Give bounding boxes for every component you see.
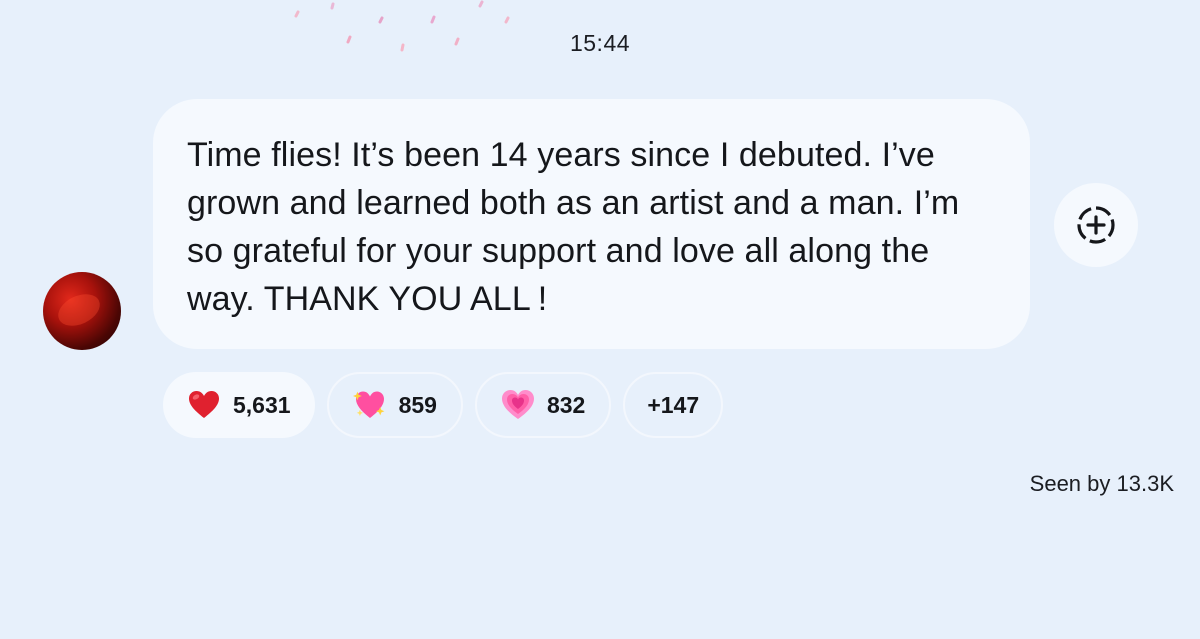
- message-bubble[interactable]: Time flies! It’s been 14 years since I d…: [153, 99, 1030, 349]
- add-reaction-button[interactable]: [1054, 183, 1138, 267]
- sender-avatar[interactable]: [43, 272, 121, 350]
- reaction-count: 832: [546, 391, 586, 418]
- more-reactions-button[interactable]: +147: [623, 372, 724, 438]
- seen-by-count[interactable]: Seen by 13.3K: [1030, 471, 1174, 497]
- reaction-red-heart[interactable]: 5,631: [163, 372, 315, 438]
- add-reaction-icon: [1077, 206, 1115, 244]
- message-text: Time flies! It’s been 14 years since I d…: [187, 136, 960, 318]
- reaction-count: 859: [398, 391, 437, 418]
- message-timestamp: 15:44: [569, 30, 631, 56]
- reaction-count: 5,631: [233, 391, 291, 418]
- red-heart-icon: [189, 391, 219, 418]
- heart-with-ribbon-sparkles-icon: [352, 391, 384, 418]
- growing-heart-icon: [501, 390, 534, 419]
- more-reactions-count: +147: [647, 391, 700, 418]
- reaction-sparkling-heart[interactable]: 859: [326, 372, 463, 438]
- reaction-bar: 5,631 859 832 +147: [163, 372, 724, 438]
- reaction-growing-heart[interactable]: 832: [474, 372, 612, 438]
